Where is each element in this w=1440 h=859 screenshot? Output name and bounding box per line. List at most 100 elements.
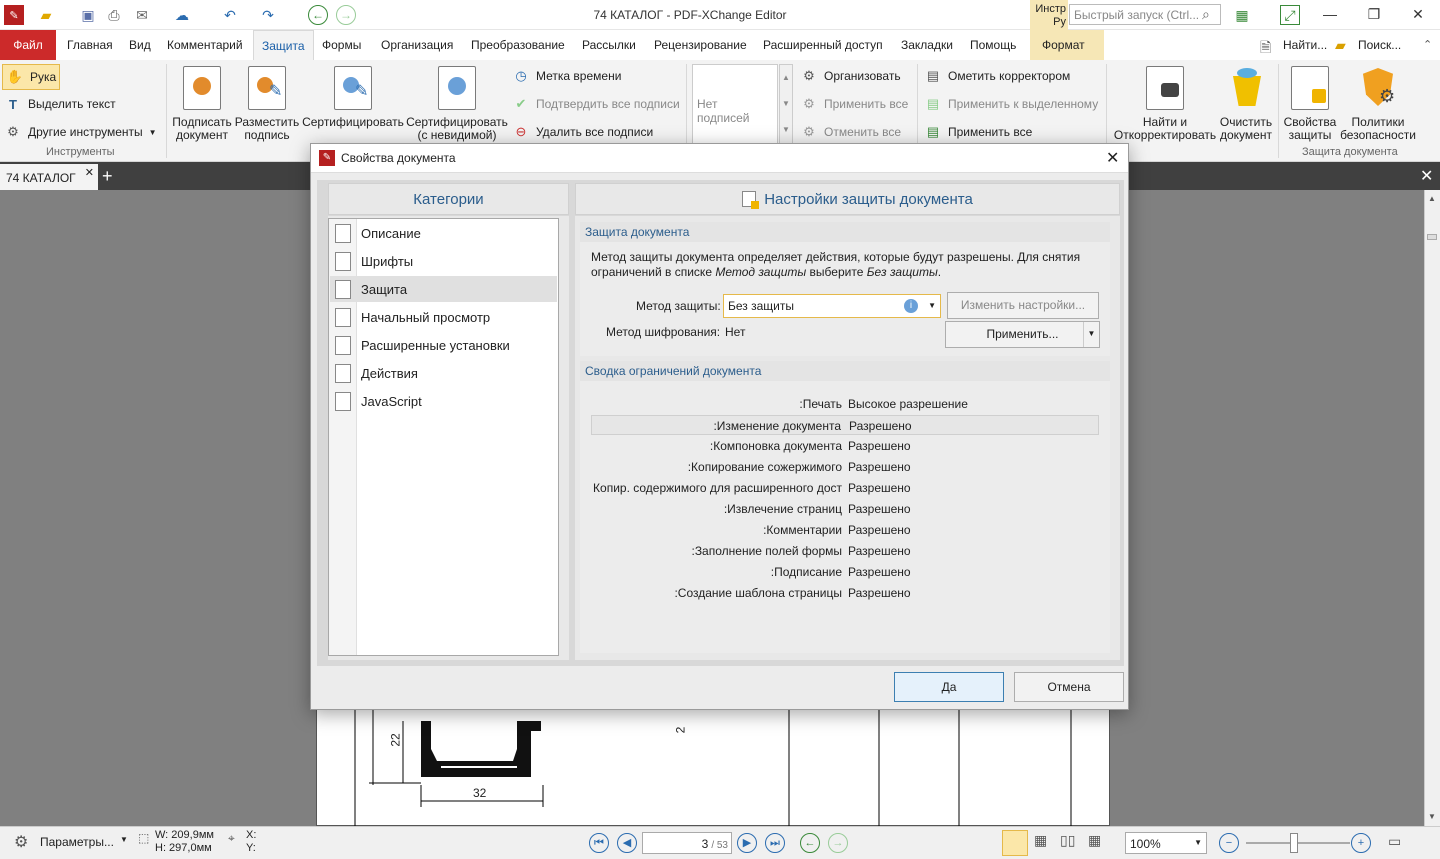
tab-share[interactable]: Расширенный доступ [763, 38, 883, 52]
first-page-icon[interactable]: ⏮ [589, 833, 609, 853]
restriction-row: Копир. содержимого для расширенного дост… [593, 481, 911, 495]
options-button[interactable]: Параметры... [40, 835, 114, 849]
apply-all-signatures-button[interactable]: ⚙ Применить все [800, 93, 908, 115]
category-actions[interactable]: Действия [330, 360, 557, 386]
security-properties-button[interactable]: Свойства защиты [1282, 66, 1338, 142]
tab-file[interactable]: Файл [0, 30, 56, 60]
next-page-icon[interactable]: ▶ [737, 833, 757, 853]
tab-view[interactable]: Вид [129, 38, 151, 52]
tab-mailings[interactable]: Рассылки [582, 38, 636, 52]
category-javascript[interactable]: JavaScript [330, 388, 557, 414]
tab-bookmarks[interactable]: Закладки [901, 38, 953, 52]
place-signature-button[interactable]: ✎ Разместить подпись [234, 66, 300, 142]
tab-comment[interactable]: Комментарий [167, 38, 243, 52]
dialog-close-button[interactable]: ✕ [1106, 148, 1119, 168]
apply-all-redactions-button[interactable]: ▤ Применить все [924, 121, 1032, 143]
quick-launch-input[interactable]: Быстрый запуск (Ctrl... [1069, 4, 1221, 25]
email-icon[interactable]: ✉ [132, 5, 152, 25]
tab-home[interactable]: Главная [67, 38, 113, 52]
cancel-button[interactable]: Отмена [1014, 672, 1124, 702]
apply-to-selected-button[interactable]: ▤ Применить к выделенному [924, 93, 1098, 115]
timestamp-button[interactable]: ◷ Метка времени [512, 65, 621, 87]
protection-method-select[interactable]: Без защиты i ▼ [723, 294, 941, 318]
encryption-method-label: Метод шифрования: [606, 325, 721, 339]
save-icon[interactable]: ▣ [78, 5, 98, 25]
last-page-icon[interactable]: ⏭ [765, 833, 785, 853]
scroll-down-icon[interactable]: ▼ [1428, 812, 1436, 821]
close-tab-icon[interactable]: ✕ [85, 166, 94, 179]
search-button[interactable]: Поиск... [1358, 38, 1401, 52]
zoom-select[interactable]: 100% ▼ [1125, 832, 1207, 854]
open-folder-icon[interactable]: ▰ [36, 5, 56, 25]
zoom-slider-thumb[interactable] [1290, 833, 1298, 853]
category-advanced[interactable]: Расширенные установки [330, 332, 557, 358]
category-initial-view[interactable]: Начальный просмотр [330, 304, 557, 330]
other-tools-button[interactable]: ⚙ Другие инструменты ▼ [4, 121, 156, 143]
zoom-slider[interactable] [1246, 842, 1350, 844]
font-doc-icon [335, 252, 351, 271]
vertical-scrollbar[interactable]: ▲ ▼ [1424, 190, 1440, 826]
certify-invisible-button[interactable]: Сертифицировать (с невидимой) [406, 66, 508, 142]
options-gear-icon[interactable]: ⚙ [14, 832, 28, 852]
redo-icon[interactable]: ↷ [258, 5, 278, 25]
categories-list[interactable]: Описание Шрифты Защита Начальный просмот… [328, 218, 559, 656]
validate-all-button[interactable]: ✔ Подтвердить все подписи [512, 93, 680, 115]
close-document-icon[interactable]: ✕ [1420, 166, 1433, 186]
category-description[interactable]: Описание [330, 220, 557, 246]
forward-icon[interactable]: → [336, 5, 356, 25]
sign-document-button[interactable]: Подписать документ [170, 66, 234, 142]
page-number-field[interactable]: 3/ 53 [642, 832, 732, 854]
find-button[interactable]: Найти... [1283, 38, 1327, 52]
collapse-ribbon-icon[interactable]: ⌃ [1423, 38, 1432, 51]
fit-page-icon[interactable]: ▭ [1388, 833, 1401, 850]
restriction-row[interactable]: Изменение документа: Разрешено [591, 415, 1099, 435]
back-icon[interactable]: ← [308, 5, 328, 25]
continuous-view-icon[interactable]: ▦ [1034, 832, 1047, 849]
document-tab[interactable]: 74 КАТАЛОГ ✕ [0, 164, 98, 190]
tab-organize[interactable]: Организация [381, 38, 453, 52]
tab-review[interactable]: Рецензирование [654, 38, 747, 52]
ok-button[interactable]: Да [894, 672, 1004, 702]
cancel-all-button[interactable]: ⚙ Отменить все [800, 121, 901, 143]
sanitize-document-button[interactable]: Очистить документ [1218, 66, 1274, 142]
tab-format[interactable]: Формат [1030, 30, 1104, 60]
forward-view-icon[interactable]: → [828, 833, 848, 853]
tab-protect[interactable]: Защита [253, 30, 314, 60]
restore-button[interactable]: ❐ [1362, 6, 1386, 24]
minimize-button[interactable]: — [1318, 6, 1342, 24]
zoom-out-icon[interactable]: − [1219, 833, 1239, 853]
scroll-up-icon[interactable]: ▲ [1428, 194, 1436, 203]
hand-tool-button[interactable]: ✋ Рука [2, 64, 61, 90]
category-security[interactable]: Защита [330, 276, 557, 302]
single-page-view-icon[interactable] [1002, 830, 1028, 856]
tab-forms[interactable]: Формы [322, 38, 361, 52]
ui-options-icon[interactable]: ▦ [1232, 5, 1252, 25]
security-policies-button[interactable]: ⚙ Политики безопасности [1338, 66, 1418, 142]
print-icon[interactable]: ⎙ [104, 5, 124, 25]
select-text-button[interactable]: T Выделить текст [4, 93, 116, 115]
find-and-redact-button[interactable]: Найти и Откорректировать [1110, 66, 1220, 142]
scroll-thumb[interactable] [1427, 234, 1437, 240]
new-tab-icon[interactable]: + [102, 166, 113, 187]
delete-all-signatures-button[interactable]: ⊖ Удалить все подписи [512, 121, 654, 143]
prev-page-icon[interactable]: ◀ [617, 833, 637, 853]
undo-icon[interactable]: ↶ [220, 5, 240, 25]
signature-list[interactable]: Нет подписей [692, 64, 778, 144]
back-view-icon[interactable]: ← [800, 833, 820, 853]
zoom-in-icon[interactable]: + [1351, 833, 1371, 853]
fullscreen-icon[interactable]: ⤢ [1280, 5, 1300, 25]
apply-button[interactable]: Применить... ▼ [945, 321, 1100, 348]
change-settings-button[interactable]: Изменить настройки... [947, 292, 1099, 319]
facing-continuous-icon[interactable]: ▦ [1088, 832, 1101, 849]
tab-help[interactable]: Помощь [970, 38, 1016, 52]
organize-button[interactable]: ⚙ Организовать [800, 65, 900, 87]
signature-list-scroll[interactable]: ▲ ▼ ▼ [779, 64, 793, 144]
chevron-down-icon[interactable]: ▼ [120, 835, 128, 844]
mark-redaction-button[interactable]: ▤ Ометить корректором [924, 65, 1070, 87]
certify-button[interactable]: ✎ Сертифицировать [302, 66, 404, 129]
close-window-button[interactable]: ✕ [1406, 6, 1430, 24]
scan-icon[interactable]: ☁ [172, 5, 192, 25]
facing-view-icon[interactable]: ▯▯ [1060, 832, 1075, 849]
tab-convert[interactable]: Преобразование [471, 38, 565, 52]
category-fonts[interactable]: Шрифты [330, 248, 557, 274]
